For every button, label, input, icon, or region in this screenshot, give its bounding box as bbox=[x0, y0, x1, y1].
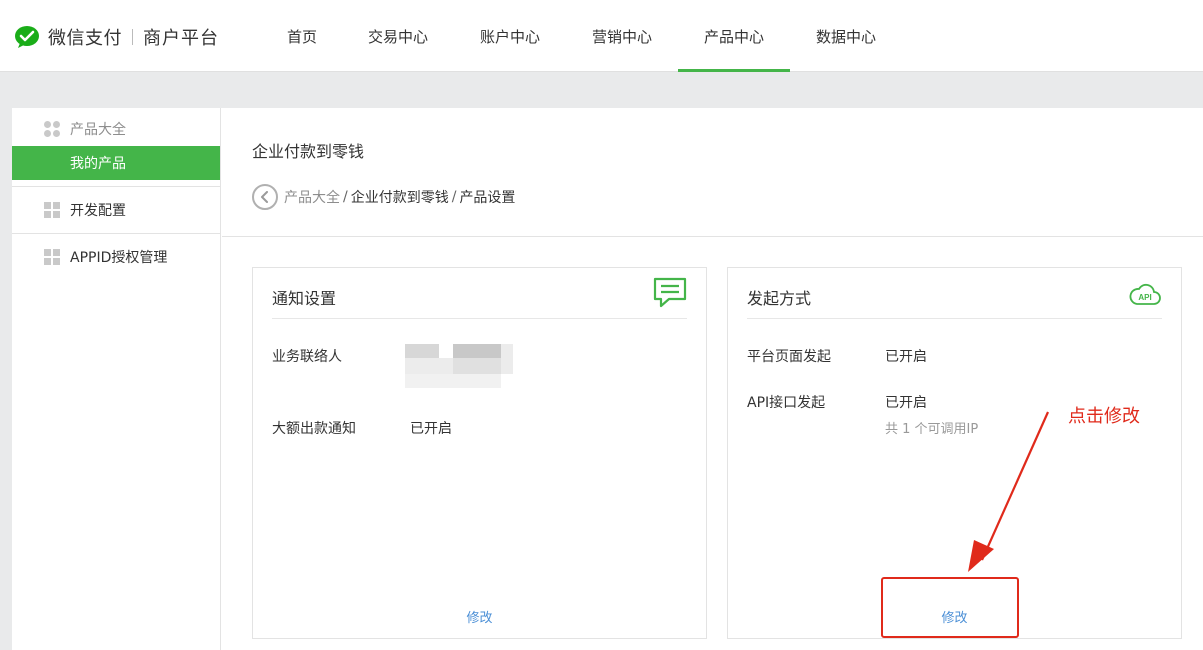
initiate-row-api: API接口发起 已开启 bbox=[747, 392, 927, 412]
sidebar-item-appid-auth[interactable]: APPID授权管理 bbox=[12, 234, 220, 280]
sidebar-group-appid: APPID授权管理 bbox=[12, 234, 220, 280]
api-icon-text: API bbox=[1138, 293, 1151, 302]
nav-account-center[interactable]: 账户中心 bbox=[454, 0, 566, 72]
card-header: 发起方式 API bbox=[747, 268, 1162, 319]
row-value: 已开启 bbox=[885, 349, 927, 365]
top-bar: 微信支付 商户平台 首页 交易中心 账户中心 营销中心 产品中心 数据中心 bbox=[0, 0, 1203, 72]
initiate-row-platform-page: 平台页面发起 已开启 bbox=[747, 346, 927, 366]
breadcrumb-separator: / bbox=[343, 189, 348, 205]
sidebar-item-label: APPID授权管理 bbox=[70, 250, 168, 266]
row-value: 已开启 bbox=[410, 421, 452, 437]
wechat-pay-logo-icon bbox=[15, 26, 39, 48]
logo-text: 微信支付 bbox=[48, 28, 122, 49]
content-divider bbox=[222, 236, 1203, 237]
notify-row-contact: 业务联络人 bbox=[272, 346, 410, 366]
sidebar-item-dev-config[interactable]: 开发配置 bbox=[12, 187, 220, 233]
breadcrumb: 产品大全 / 企业付款到零钱 / 产品设置 bbox=[252, 184, 515, 210]
message-icon bbox=[653, 277, 687, 308]
breadcrumb-product[interactable]: 企业付款到零钱 bbox=[351, 187, 449, 207]
notify-settings-card: 通知设置 业务联络人 大额出款通知 已开启 修改 bbox=[252, 267, 707, 639]
card-header: 通知设置 bbox=[272, 268, 687, 319]
logo-separator bbox=[132, 29, 133, 45]
row-label: API接口发起 bbox=[747, 395, 826, 411]
notify-edit-link[interactable]: 修改 bbox=[253, 607, 706, 626]
sidebar-item-label: 开发配置 bbox=[70, 203, 126, 219]
breadcrumb-current: 产品设置 bbox=[459, 190, 516, 206]
sidebar-group-dev-config: 开发配置 bbox=[12, 187, 220, 234]
sidebar-item-all-products[interactable]: 产品大全 bbox=[12, 108, 220, 146]
nav-trade-center[interactable]: 交易中心 bbox=[342, 0, 454, 72]
back-button[interactable] bbox=[252, 184, 278, 210]
nav-marketing-center[interactable]: 营销中心 bbox=[566, 0, 678, 72]
grid-icon bbox=[44, 202, 60, 218]
logo-subtitle: 商户平台 bbox=[143, 28, 219, 49]
chevron-left-icon bbox=[261, 191, 268, 203]
card-title: 发起方式 bbox=[747, 289, 812, 308]
contact-redacted bbox=[405, 344, 515, 390]
wechat-pay-logo[interactable]: 微信支付 商户平台 bbox=[14, 24, 219, 50]
sidebar-group-products: 产品大全 我的产品 bbox=[12, 108, 220, 187]
nav-data-center[interactable]: 数据中心 bbox=[790, 0, 902, 72]
nav-home[interactable]: 首页 bbox=[262, 0, 342, 72]
sidebar-item-my-products[interactable]: 我的产品 bbox=[12, 146, 220, 180]
grid-icon bbox=[44, 249, 60, 265]
notify-row-large-payout: 大额出款通知 已开启 bbox=[272, 418, 452, 438]
dots-grid-icon bbox=[44, 121, 60, 137]
nav-product-center[interactable]: 产品中心 bbox=[678, 0, 790, 72]
sidebar: 产品大全 我的产品 开发配置 APPID授权管理 bbox=[12, 108, 221, 650]
annotation-text: 点击修改 bbox=[1068, 406, 1140, 427]
main-nav: 首页 交易中心 账户中心 营销中心 产品中心 数据中心 bbox=[262, 0, 902, 72]
card-title: 通知设置 bbox=[272, 289, 337, 308]
annotation-arrow bbox=[968, 411, 1050, 572]
row-label: 大额出款通知 bbox=[272, 421, 356, 437]
row-label: 业务联络人 bbox=[272, 349, 342, 365]
annotation-highlight-box bbox=[881, 577, 1019, 638]
breadcrumb-all-products[interactable]: 产品大全 bbox=[284, 187, 340, 207]
row-value: 已开启 bbox=[885, 395, 927, 411]
sidebar-item-label: 产品大全 bbox=[70, 122, 126, 138]
breadcrumb-separator: / bbox=[451, 189, 457, 205]
row-label: 平台页面发起 bbox=[747, 349, 831, 365]
page-title: 企业付款到零钱 bbox=[252, 142, 365, 161]
api-cloud-icon: API bbox=[1129, 283, 1161, 305]
